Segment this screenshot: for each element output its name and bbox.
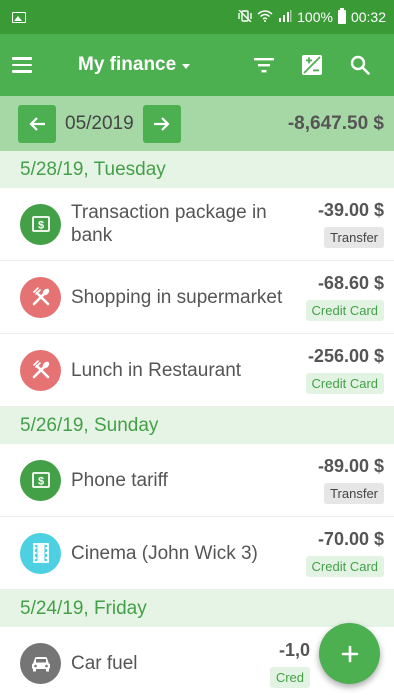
signal-icon: [278, 9, 292, 25]
transaction-title: Shopping in supermarket: [71, 286, 283, 308]
cutlery-icon: [20, 349, 61, 391]
cash-icon: $: [20, 459, 61, 501]
payment-tag: Credit Card: [305, 373, 384, 394]
status-bar: 100% 00:32: [0, 0, 394, 34]
transaction-title: Lunch in Restaurant: [71, 359, 242, 381]
cutlery-icon: [20, 276, 61, 318]
payment-tag: Credit Card: [305, 556, 384, 577]
current-month: 05/2019: [65, 112, 134, 134]
date-header: 5/26/19, Sunday: [0, 407, 394, 444]
transaction-row[interactable]: Lunch in Restaurant -256.00 $ Credit Car…: [0, 334, 394, 407]
menu-icon[interactable]: [12, 43, 56, 87]
search-icon[interactable]: [336, 41, 384, 89]
dropdown-arrow-icon: [182, 63, 191, 69]
transaction-row[interactable]: Cinema (John Wick 3) -70.00 $ Credit Car…: [0, 517, 394, 590]
wifi-icon: [257, 9, 273, 25]
month-navigator: 05/2019 -8,647.50 $: [0, 96, 394, 151]
add-transaction-button[interactable]: [319, 623, 380, 684]
transaction-title: Cinema (John Wick 3): [71, 542, 258, 564]
image-icon: [12, 11, 26, 23]
transaction-amount: -256.00 $: [307, 346, 384, 366]
transaction-title: Transaction package in bank: [71, 202, 267, 246]
svg-text:$: $: [37, 476, 43, 488]
film-icon: [20, 532, 61, 574]
cash-icon: $: [20, 203, 61, 245]
transaction-amount: -89.00 $: [317, 456, 384, 476]
mute-vibrate-icon: [238, 9, 252, 24]
transaction-title: Car fuel: [71, 653, 138, 674]
transaction-amount: -68.60 $: [317, 273, 384, 293]
svg-text:$: $: [37, 220, 43, 232]
car-icon: [20, 643, 61, 684]
arrow-right-icon: [153, 116, 170, 131]
transaction-row[interactable]: Shopping in supermarket -68.60 $ Credit …: [0, 261, 394, 334]
app-bar: My finance: [0, 34, 394, 96]
plus-icon: [341, 645, 358, 662]
battery-text: 100%: [297, 9, 333, 25]
transaction-amount: -70.00 $: [317, 529, 384, 549]
app-title: My finance: [78, 54, 177, 75]
finance-selector[interactable]: My finance: [78, 54, 191, 76]
filter-icon[interactable]: [240, 41, 288, 89]
previous-month-button[interactable]: [18, 104, 56, 143]
next-month-button[interactable]: [142, 104, 181, 143]
date-header: 5/28/19, Tuesday: [0, 151, 394, 188]
balance-icon[interactable]: [288, 41, 336, 89]
transaction-amount: -1,0: [278, 639, 310, 660]
payment-tag: Transfer: [324, 227, 384, 248]
transaction-row[interactable]: $ Transaction package in bank -39.00 $ T…: [0, 188, 394, 261]
transaction-row[interactable]: $ Phone tariff -89.00 $ Transfer: [0, 444, 394, 517]
clock-time: 00:32: [350, 9, 386, 25]
month-total: -8,647.50 $: [287, 112, 384, 134]
arrow-left-icon: [29, 116, 45, 131]
payment-tag: Cred: [269, 666, 310, 688]
transaction-amount: -39.00 $: [317, 200, 384, 220]
transaction-title: Phone tariff: [71, 469, 168, 491]
payment-tag: Transfer: [324, 483, 384, 504]
battery-icon: [337, 8, 346, 24]
app-screen: 100% 00:32 My finance 05/2019 -8,647.50 …: [0, 0, 394, 695]
payment-tag: Credit Card: [305, 300, 384, 321]
date-header: 5/24/19, Friday: [0, 590, 394, 627]
